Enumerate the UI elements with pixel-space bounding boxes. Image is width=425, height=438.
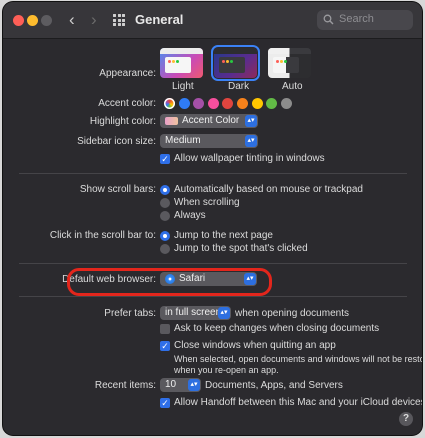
close-windows-note-line1: When selected, open documents and window… [174,354,422,364]
appearance-dark-thumbnail[interactable] [211,45,260,81]
chevron-updown-icon: ▴▾ [245,135,257,147]
close-windows-note-line2: when you re-open an app. [174,365,279,375]
zoom-window-button[interactable] [41,15,52,26]
highlight-swatch-icon [165,117,178,125]
prefer-tabs-popup[interactable]: in full screen ▴▾ [160,306,231,320]
accent-color-swatch[interactable] [193,98,205,109]
close-windows-checkbox[interactable]: ✓ [160,341,170,351]
click-scroll-bar-label: Click in the scroll bar to: [49,230,156,241]
sidebar-icon-size-label: Sidebar icon size: [77,136,156,147]
search-icon [323,14,334,25]
close-window-button[interactable] [13,15,24,26]
prefer-tabs-suffix: when opening documents [235,308,349,319]
accent-multicolor-swatch[interactable] [164,98,175,109]
sidebar-icon-size-value: Medium [165,135,201,146]
jump-to-spot-radio[interactable] [160,244,170,254]
recent-items-label: Recent items: [94,380,156,391]
forward-arrow-icon[interactable]: › [91,10,97,30]
accent-color-label: Accent color: [98,98,156,109]
wallpaper-tinting-label: Allow wallpaper tinting in windows [174,153,325,164]
jump-to-spot-label: Jump to the spot that's clicked [174,243,308,254]
scroll-always-radio[interactable] [160,211,170,221]
accent-color-swatch[interactable] [178,98,190,109]
accent-color-swatch[interactable] [222,98,234,109]
minimize-window-button[interactable] [27,15,38,26]
appearance-light-thumbnail[interactable] [160,48,203,78]
ask-keep-changes-label: Ask to keep changes when closing documen… [174,323,380,334]
handoff-checkbox[interactable]: ✓ [160,398,170,408]
preferences-window: ‹ › General Search Appearance: Light Dar… [3,2,422,435]
show-all-grid-icon[interactable] [113,14,125,26]
recent-items-value: 10 [165,379,177,390]
chevron-updown-icon: ▴▾ [245,115,257,127]
section-divider [19,263,407,264]
show-scroll-bars-label: Show scroll bars: [79,184,156,195]
scroll-auto-radio[interactable] [160,185,170,195]
jump-next-page-label: Jump to the next page [174,230,273,241]
sidebar-icon-size-popup[interactable]: Medium ▴▾ [160,134,258,148]
help-button[interactable]: ? [399,412,413,426]
handoff-label: Allow Handoff between this Mac and your … [174,397,422,408]
accent-color-swatch[interactable] [251,98,263,109]
accent-color-swatch[interactable] [237,98,248,109]
highlight-color-popup[interactable]: Accent Color ▴▾ [160,114,258,128]
appearance-label: Appearance: [99,68,156,79]
wallpaper-tinting-checkbox[interactable]: ✓ [160,154,170,164]
highlight-color-label: Highlight color: [89,116,156,127]
search-field[interactable]: Search [317,10,413,30]
close-windows-label: Close windows when quitting an app [174,340,336,351]
section-divider [19,173,407,174]
chevron-updown-icon: ▴▾ [218,307,230,319]
back-arrow-icon[interactable]: ‹ [69,10,75,30]
search-placeholder: Search [339,13,374,25]
default-browser-highlight-annotation [67,268,272,296]
recent-items-suffix: Documents, Apps, and Servers [205,380,343,391]
chevron-updown-icon: ▴▾ [188,379,200,391]
accent-color-swatch[interactable] [207,98,219,109]
accent-color-swatch[interactable] [266,98,278,109]
appearance-auto-label: Auto [282,81,303,92]
appearance-auto-thumbnail[interactable] [268,48,311,78]
recent-items-popup[interactable]: 10 ▴▾ [160,378,201,392]
jump-next-page-radio[interactable] [160,231,170,241]
appearance-light-label: Light [172,81,194,92]
scroll-when-scrolling-radio[interactable] [160,198,170,208]
appearance-dark-label: Dark [228,81,250,92]
highlight-color-value: Accent Color [182,115,240,126]
scroll-when-scrolling-label: When scrolling [174,197,240,208]
scroll-auto-label: Automatically based on mouse or trackpad [174,184,363,195]
section-divider [19,296,407,297]
prefer-tabs-label: Prefer tabs: [104,308,156,319]
window-title: General [135,12,184,27]
ask-keep-changes-checkbox[interactable] [160,324,170,334]
accent-color-swatch[interactable] [280,98,292,109]
title-bar: ‹ › General Search [3,2,422,39]
prefer-tabs-value: in full screen [165,307,222,318]
scroll-always-label: Always [174,210,206,221]
